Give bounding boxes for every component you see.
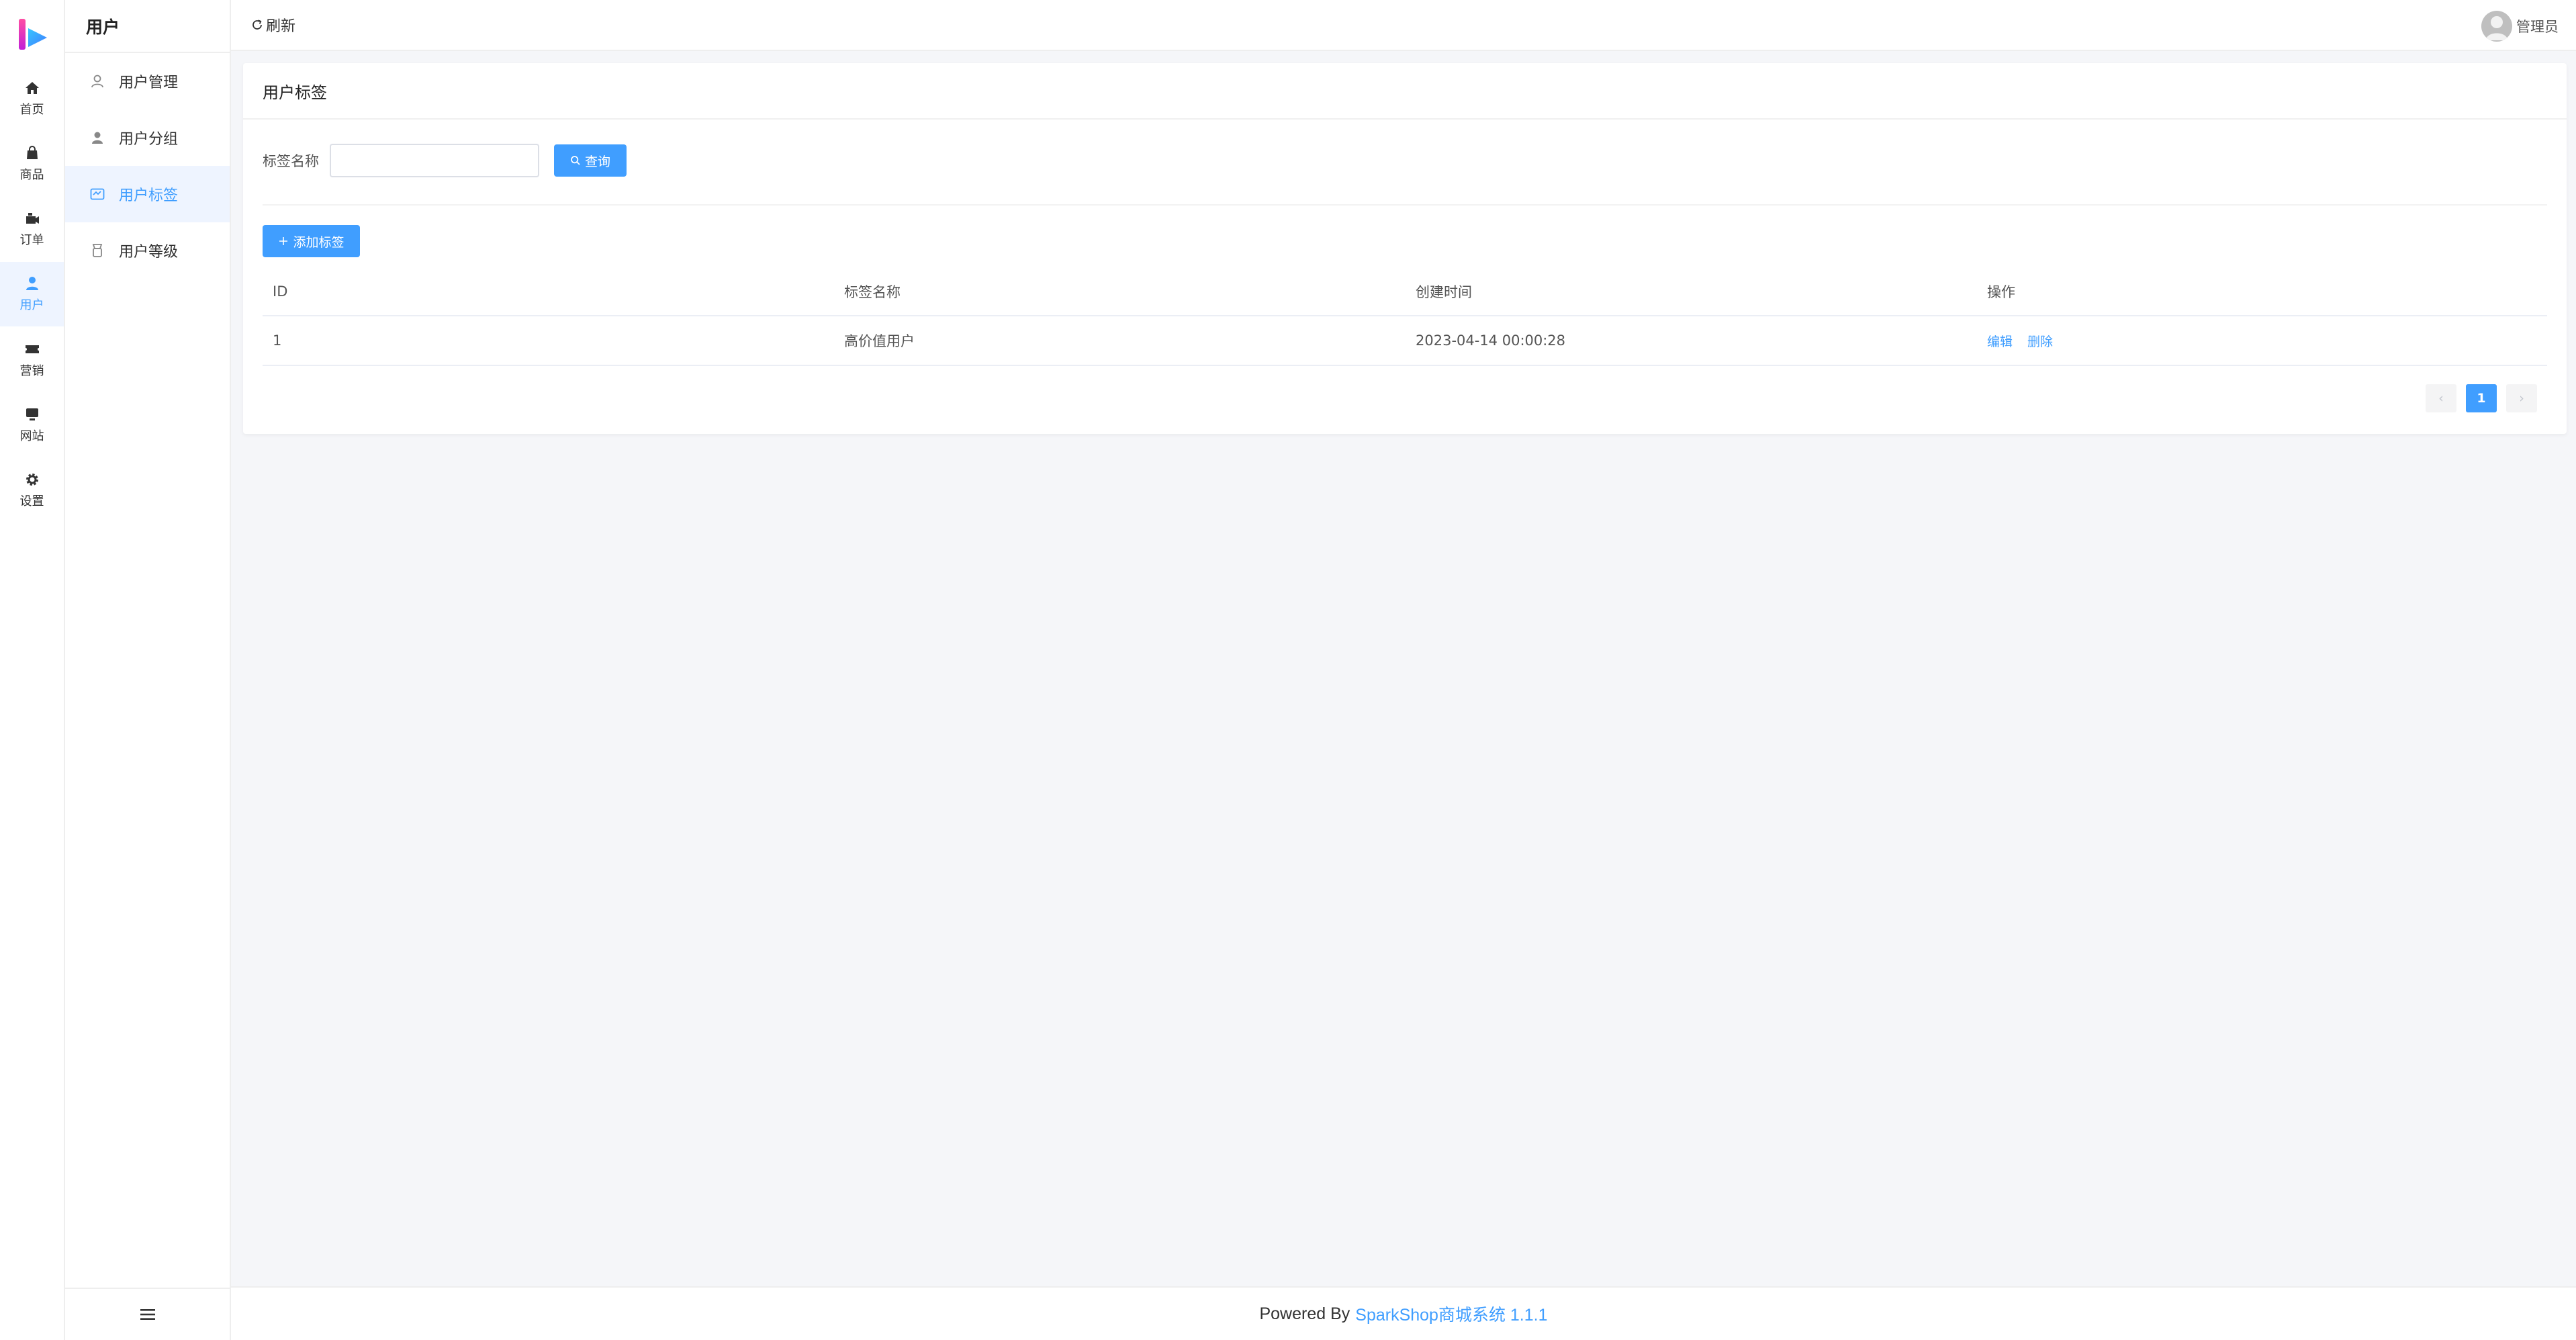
sub-nav: 用户 用户管理 用户分组 用户标签 用户等级 xyxy=(65,0,231,1340)
rail-item-marketing[interactable]: 营销 xyxy=(0,328,64,392)
medal-icon xyxy=(92,244,103,257)
tag-card-icon xyxy=(90,188,105,200)
sub-nav-item-label: 用户标签 xyxy=(119,187,179,204)
tag-name-input[interactable] xyxy=(330,144,539,177)
sub-nav-item-label: 用户等级 xyxy=(119,244,179,261)
footer-brand-link[interactable]: SparkShop商城系统 1.1.1 xyxy=(1355,1302,1547,1326)
rail-item-label: 订单 xyxy=(19,233,44,247)
delete-link[interactable]: 删除 xyxy=(2027,332,2053,350)
rail-item-home[interactable]: 首页 xyxy=(0,66,64,131)
footer-prefix: Powered By xyxy=(1259,1304,1350,1323)
home-icon xyxy=(25,82,39,94)
search-form: 标签名称 查询 xyxy=(263,144,627,177)
plus-icon xyxy=(279,237,288,245)
table-header-row: ID 标签名称 创建时间 操作 xyxy=(263,268,2547,316)
menu-icon xyxy=(140,1309,155,1320)
query-button[interactable]: 查询 xyxy=(554,144,627,177)
sidebar-collapse-button[interactable] xyxy=(65,1288,230,1340)
sub-nav-title: 用户 xyxy=(65,0,230,53)
refresh-button[interactable]: 刷新 xyxy=(251,13,295,36)
user-name: 管理员 xyxy=(2516,19,2559,35)
edit-link[interactable]: 编辑 xyxy=(1987,332,2013,350)
column-header-created-time: 创建时间 xyxy=(1416,284,1472,300)
tags-table: ID 标签名称 创建时间 操作 1 高价值用户 2023-04-14 00:00… xyxy=(263,268,2547,366)
gear-icon xyxy=(26,474,38,486)
add-tag-button[interactable]: 添加标签 xyxy=(263,225,360,257)
shopping-bag-icon xyxy=(26,146,38,159)
rail-item-label: 首页 xyxy=(19,103,44,117)
rail-item-orders[interactable]: 订单 xyxy=(0,197,64,261)
sub-nav-item-user-tags[interactable]: 用户标签 xyxy=(65,166,230,222)
top-bar: 刷新 管理员 xyxy=(231,0,2576,51)
user-icon xyxy=(26,277,38,290)
user-outline-icon xyxy=(91,75,103,88)
order-icon xyxy=(26,213,39,224)
rail-item-label: 用户 xyxy=(19,298,44,312)
rail-item-label: 设置 xyxy=(19,494,44,508)
add-tag-button-label: 添加标签 xyxy=(293,234,344,250)
user-tags-card: 用户标签 标签名称 查询 添加标签 ID 标签名称 创建时间 操作 1 高价值用… xyxy=(243,63,2567,434)
sparkshop-logo-icon[interactable] xyxy=(16,17,51,52)
pagination: ‹ 1 › xyxy=(2426,384,2537,412)
ticket-icon xyxy=(25,345,39,353)
footer: Powered By SparkShop商城系统 1.1.1 xyxy=(231,1286,2576,1340)
search-icon xyxy=(571,156,580,165)
rail-item-label: 网站 xyxy=(19,429,44,443)
column-header-tag-name: 标签名称 xyxy=(844,284,901,300)
cell-actions: 编辑 删除 xyxy=(1977,332,2547,350)
rail-item-goods[interactable]: 商品 xyxy=(0,132,64,196)
sub-nav-item-label: 用户分组 xyxy=(119,131,179,148)
user-menu[interactable]: 管理员 xyxy=(2481,11,2559,42)
page-title: 用户标签 xyxy=(243,63,2567,120)
rail-item-label: 营销 xyxy=(19,364,44,378)
main-nav-rail: 首页 商品 订单 用户 营销 网站 设置 xyxy=(0,0,65,1340)
table-row: 1 高价值用户 2023-04-14 00:00:28 编辑 删除 xyxy=(263,316,2547,366)
rail-item-label: 商品 xyxy=(19,168,44,182)
rail-item-website[interactable]: 网站 xyxy=(0,393,64,457)
sub-nav-item-user-group[interactable]: 用户分组 xyxy=(65,109,230,166)
cell-tag-name: 高价值用户 xyxy=(844,333,915,349)
tag-name-label: 标签名称 xyxy=(263,153,319,169)
sub-nav-item-user-management[interactable]: 用户管理 xyxy=(65,53,230,109)
user-filled-icon xyxy=(92,132,103,144)
monitor-icon xyxy=(26,408,38,420)
divider xyxy=(263,204,2547,206)
column-header-id: ID xyxy=(273,283,288,300)
column-header-actions: 操作 xyxy=(1987,284,2015,300)
refresh-label: 刷新 xyxy=(266,18,296,35)
avatar xyxy=(2481,11,2512,42)
sub-nav-item-user-level[interactable]: 用户等级 xyxy=(65,222,230,279)
sub-nav-item-label: 用户管理 xyxy=(119,75,179,91)
cell-id: 1 xyxy=(273,332,282,349)
query-button-label: 查询 xyxy=(584,154,610,169)
next-page-button[interactable]: › xyxy=(2506,384,2537,412)
rail-item-users[interactable]: 用户 xyxy=(0,262,64,326)
cell-created-time: 2023-04-14 00:00:28 xyxy=(1416,332,1566,349)
refresh-icon xyxy=(252,19,262,30)
page-number-button[interactable]: 1 xyxy=(2466,384,2497,412)
rail-item-settings[interactable]: 设置 xyxy=(0,458,64,523)
prev-page-button[interactable]: ‹ xyxy=(2426,384,2456,412)
avatar-user-icon xyxy=(2486,16,2508,40)
